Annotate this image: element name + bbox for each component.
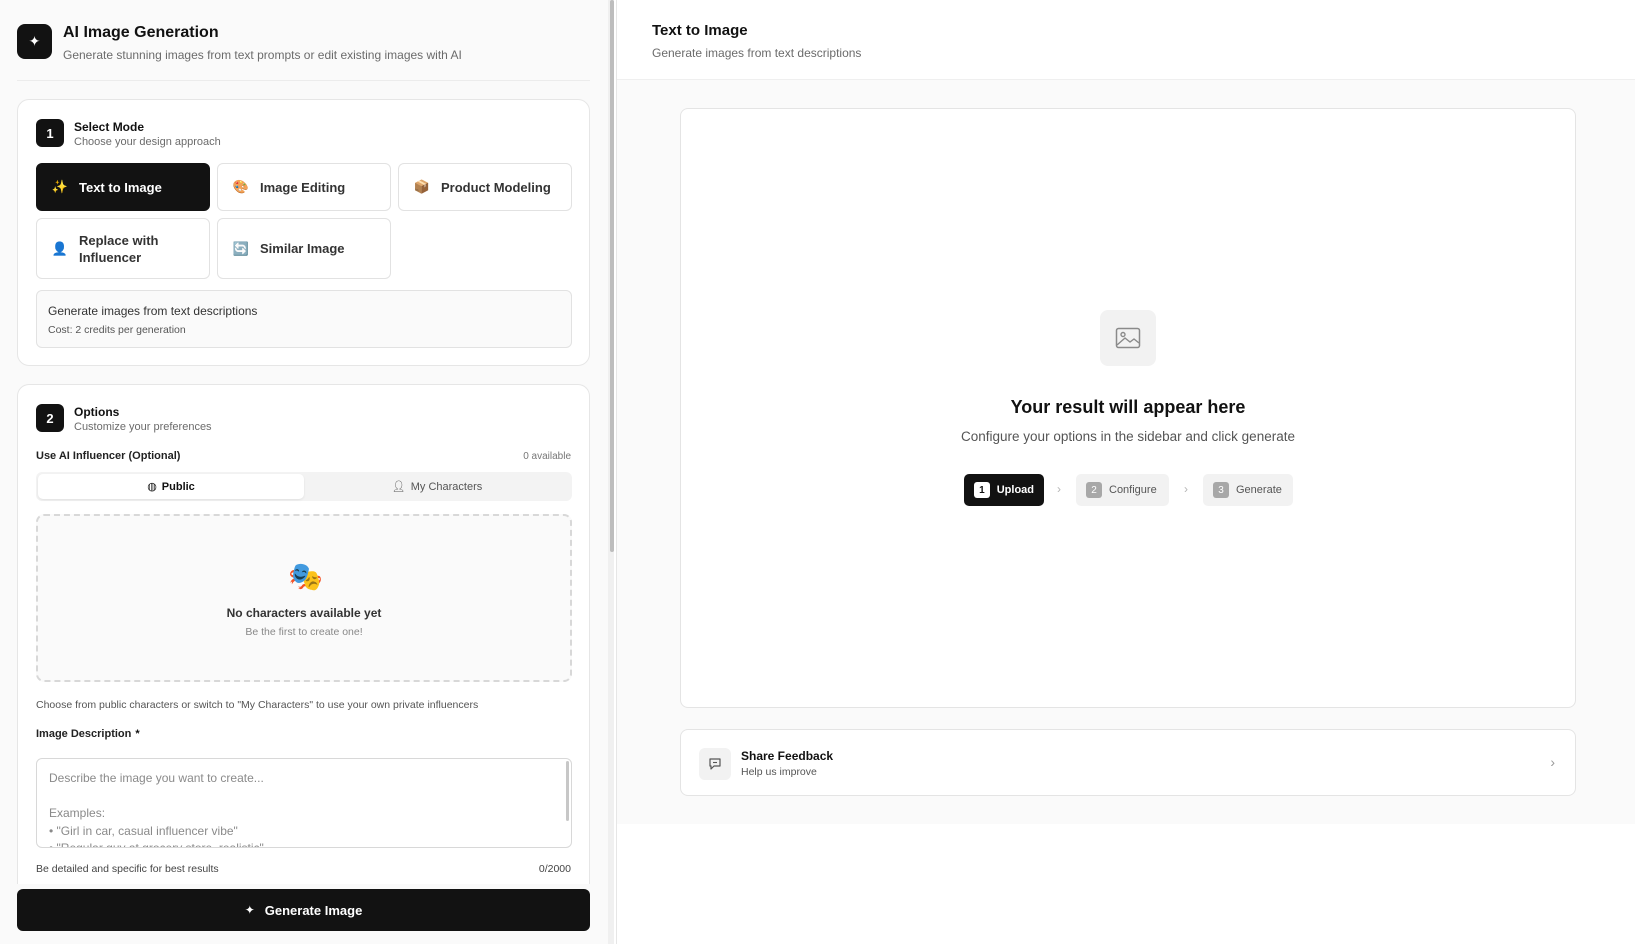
- chevron-right-icon: ›: [1184, 482, 1188, 496]
- tab-label: My Characters: [410, 480, 483, 493]
- tab-public[interactable]: ◍ Public: [38, 474, 304, 499]
- sparkle-icon: ✦: [244, 903, 255, 917]
- influencer-label: Use AI Influencer (Optional): [36, 450, 181, 462]
- prompt-placeholder: Describe the image you want to create...…: [49, 771, 264, 848]
- mode-label: Product Modeling: [441, 179, 551, 195]
- palette-icon: 🎨: [232, 179, 250, 194]
- flow-step-configure: 2 Configure: [1076, 474, 1169, 506]
- refresh-icon: 🔄: [232, 240, 250, 256]
- main-header: Text to Image Generate images from text …: [617, 0, 1635, 80]
- sparkle-icon: ✦: [17, 24, 52, 59]
- mode-text-to-image-button[interactable]: ✨ Text to Image: [36, 163, 210, 211]
- main-body: Your result will appear here Configure y…: [617, 80, 1635, 824]
- page-subtitle: Generate images from text descriptions: [652, 46, 862, 60]
- empty-subtitle: Be the first to create one!: [245, 626, 363, 638]
- mode-label: Similar Image: [260, 241, 345, 256]
- label-text: Image Description: [36, 728, 132, 740]
- flow-step-number: 2: [1086, 482, 1102, 498]
- image-description-input[interactable]: Describe the image you want to create...…: [36, 758, 572, 848]
- result-subtitle: Configure your options in the sidebar an…: [961, 429, 1295, 444]
- flow-step-label: Upload: [996, 484, 1034, 496]
- share-feedback-card[interactable]: Share Feedback Help us improve ›: [680, 729, 1576, 796]
- tab-my-characters[interactable]: 👤︎ My Characters: [304, 474, 570, 499]
- app-header: ✦ AI Image Generation Generate stunning …: [17, 24, 590, 81]
- flow-step-label: Configure: [1109, 484, 1157, 496]
- globe-icon: ◍: [147, 481, 157, 493]
- sidebar: ✦ AI Image Generation Generate stunning …: [0, 0, 608, 944]
- empty-title: No characters available yet: [226, 606, 382, 620]
- step-badge: 2: [36, 404, 64, 432]
- chevron-right-icon: ›: [1057, 482, 1061, 496]
- step-title: Select Mode: [74, 120, 145, 134]
- mode-product-modeling-button[interactable]: 📦 Product Modeling: [398, 163, 572, 211]
- result-title: Your result will appear here: [1010, 397, 1246, 417]
- step-badge: 1: [36, 119, 64, 147]
- flow-step-number: 3: [1213, 482, 1229, 498]
- result-panel: Your result will appear here Configure y…: [680, 108, 1576, 708]
- page-title: Text to Image: [652, 22, 748, 39]
- sparkles-icon: ✨: [51, 179, 69, 194]
- mode-description-box: Generate images from text descriptions C…: [36, 290, 572, 348]
- tab-label: Public: [161, 480, 195, 493]
- character-counter: 0/2000: [538, 863, 571, 875]
- generate-image-button[interactable]: ✦ Generate Image: [17, 889, 590, 931]
- options-card: 2 Options Customize your preferences Use…: [17, 384, 590, 884]
- mode-label: Replace with Influencer: [79, 232, 159, 265]
- app-title: AI Image Generation: [63, 24, 219, 41]
- mode-image-editing-button[interactable]: 🎨 Image Editing: [217, 163, 391, 211]
- chevron-right-icon: ›: [1550, 754, 1555, 770]
- description-hint: Be detailed and specific for best result…: [36, 863, 219, 875]
- mode-label: Image Editing: [260, 179, 346, 195]
- flow-step-upload: 1 Upload: [964, 474, 1044, 506]
- flow-step-label: Generate: [1236, 484, 1282, 496]
- theater-masks-icon: 🎭: [288, 561, 323, 592]
- image-placeholder-icon: [1100, 310, 1156, 366]
- app-subtitle: Generate stunning images from text promp…: [63, 48, 462, 62]
- mode-replace-influencer-button[interactable]: 👤 Replace with Influencer: [36, 218, 210, 279]
- main-panel: Text to Image Generate images from text …: [616, 0, 1635, 944]
- mode-cost: Cost: 2 credits per generation: [48, 324, 186, 336]
- required-mark: *: [135, 728, 140, 740]
- step-title: Options: [74, 405, 120, 419]
- user-icon: 👤︎: [391, 481, 406, 493]
- mode-label: Text to Image: [79, 179, 162, 195]
- influencer-tabs: ◍ Public 👤︎ My Characters: [36, 472, 572, 501]
- step-subtitle: Choose your design approach: [74, 136, 221, 148]
- person-icon: 👤: [51, 240, 69, 256]
- select-mode-card: 1 Select Mode Choose your design approac…: [17, 99, 590, 366]
- image-description-label: Image Description *: [36, 728, 140, 740]
- flow-step-generate: 3 Generate: [1203, 474, 1293, 506]
- prompt-scrollbar[interactable]: [566, 761, 569, 821]
- characters-empty-state: 🎭 No characters available yet Be the fir…: [36, 514, 572, 682]
- available-count: 0 available: [523, 451, 571, 462]
- feedback-subtitle: Help us improve: [741, 766, 817, 778]
- influencer-help-text: Choose from public characters or switch …: [36, 699, 479, 711]
- sidebar-scrollbar-thumb[interactable]: [610, 0, 614, 552]
- generate-label: Generate Image: [264, 902, 363, 918]
- flow-step-number: 1: [974, 482, 990, 498]
- mode-description: Generate images from text descriptions: [48, 304, 258, 318]
- feedback-title: Share Feedback: [741, 749, 834, 763]
- step-subtitle: Customize your preferences: [74, 421, 212, 433]
- message-icon: [699, 748, 731, 780]
- mode-similar-image-button[interactable]: 🔄 Similar Image: [217, 218, 391, 279]
- package-icon: 📦: [413, 179, 431, 194]
